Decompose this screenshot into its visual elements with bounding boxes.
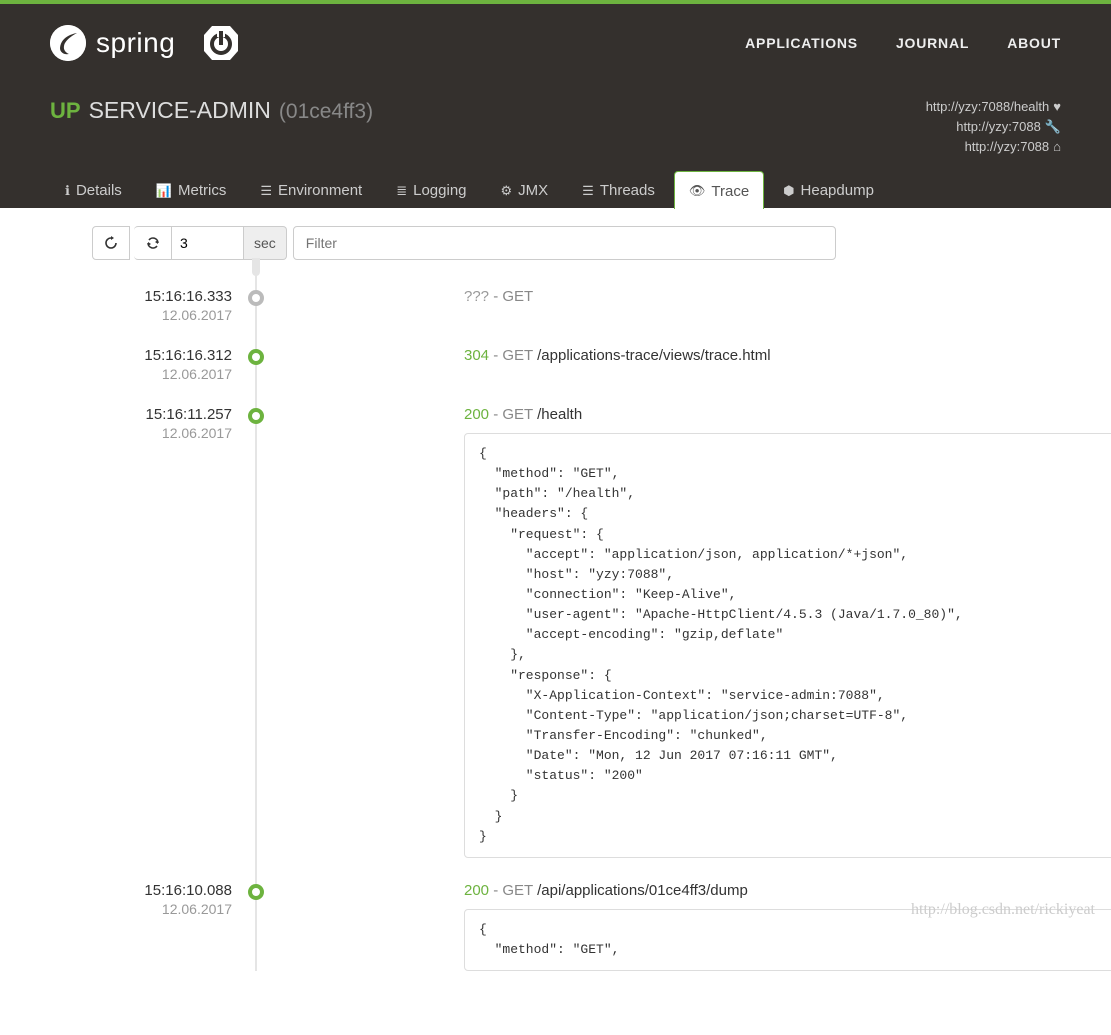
status-circle-icon: [248, 408, 264, 424]
tabs: ℹDetails 📊Metrics ☰Environment ≣Logging …: [0, 171, 1111, 208]
heartbeat-icon: ♥: [1053, 99, 1061, 114]
trace-entry[interactable]: 15:16:16.31212.06.2017 304 - GET /applica…: [50, 347, 1061, 382]
entry-line: 200 - GET /health: [464, 406, 1061, 423]
env-icon: ☰: [260, 183, 272, 199]
trace-entry[interactable]: 15:16:16.33312.06.2017 ??? - GET: [50, 288, 1061, 323]
service-name: SERVICE-ADMIN: [89, 97, 271, 124]
cycle-icon: [146, 236, 160, 250]
power-icon[interactable]: [201, 23, 241, 63]
entry-time: 15:16:16.33312.06.2017: [50, 288, 242, 323]
eye-icon: 👁: [689, 183, 706, 199]
spring-logo: spring: [50, 25, 175, 61]
nav-applications[interactable]: APPLICATIONS: [745, 35, 858, 51]
nav-journal[interactable]: JOURNAL: [896, 35, 969, 51]
content: sec 15:16:16.33312.06.2017??? - GET15:16…: [0, 208, 1111, 1035]
entry-method: GET: [502, 406, 533, 423]
controls-bar: sec: [92, 226, 1061, 260]
tab-environment[interactable]: ☰Environment: [245, 171, 377, 208]
entry-body: 304 - GET /applications-trace/views/trac…: [464, 347, 1061, 364]
tab-threads[interactable]: ☰Threads: [567, 171, 670, 208]
entry-detail[interactable]: { "method": "GET", "path": "/health", "h…: [464, 433, 1111, 858]
interval-input[interactable]: [172, 226, 244, 260]
barchart-icon: 📊: [156, 183, 172, 199]
tab-metrics[interactable]: 📊Metrics: [141, 171, 242, 208]
status-circle-icon: [248, 349, 264, 365]
trace-entry[interactable]: 15:16:10.08812.06.2017 200 - GET /api/app…: [50, 882, 1061, 971]
status-circle-icon: [248, 884, 264, 900]
entry-body: 200 - GET /health{ "method": "GET", "pat…: [464, 406, 1061, 858]
entry-line: 200 - GET /api/applications/01ce4ff3/dum…: [464, 882, 1061, 899]
wrench-icon: 🔧: [1045, 119, 1061, 134]
cogs-icon: ⚙: [501, 183, 513, 199]
entry-path: /api/applications/01ce4ff3/dump: [537, 882, 748, 899]
refresh-button[interactable]: [92, 226, 130, 260]
entry-status: ???: [464, 288, 489, 305]
entry-status: 200: [464, 406, 489, 423]
status-circle-icon: [248, 290, 264, 306]
tab-heapdump[interactable]: ⬢Heapdump: [768, 171, 889, 208]
tab-trace[interactable]: 👁Trace: [674, 171, 764, 209]
entry-status: 200: [464, 882, 489, 899]
entry-time: 15:16:16.31212.06.2017: [50, 347, 242, 382]
instance-id: (01ce4ff3): [279, 100, 373, 124]
sliders-icon: ≣: [396, 183, 407, 199]
url-health[interactable]: http://yzy:7088/health♥: [926, 97, 1061, 117]
entry-method: GET: [502, 882, 533, 899]
url-list: http://yzy:7088/health♥ http://yzy:7088🔧…: [926, 97, 1061, 157]
auto-refresh-button[interactable]: [134, 226, 172, 260]
url-home[interactable]: http://yzy:7088⌂: [926, 137, 1061, 157]
entry-method: GET: [502, 347, 533, 364]
sub-header: UP SERVICE-ADMIN (01ce4ff3) http://yzy:7…: [0, 81, 1111, 171]
url-manage[interactable]: http://yzy:7088🔧: [926, 117, 1061, 137]
entry-time: 15:16:10.08812.06.2017: [50, 882, 242, 917]
navbar: spring APPLICATIONS JOURNAL ABOUT: [0, 4, 1111, 81]
tab-logging[interactable]: ≣Logging: [381, 171, 481, 208]
refresh-icon: [104, 236, 118, 250]
tab-jmx[interactable]: ⚙JMX: [486, 171, 564, 208]
interval-unit: sec: [244, 226, 287, 260]
trace-timeline: 15:16:16.33312.06.2017??? - GET15:16:16.…: [50, 288, 1061, 971]
entry-line: 304 - GET /applications-trace/views/trac…: [464, 347, 1061, 364]
info-icon: ℹ: [65, 183, 70, 199]
entry-body: 200 - GET /api/applications/01ce4ff3/dum…: [464, 882, 1061, 971]
list-icon: ☰: [582, 183, 594, 199]
nav-links: APPLICATIONS JOURNAL ABOUT: [745, 35, 1061, 51]
tab-details[interactable]: ℹDetails: [50, 171, 137, 208]
brand[interactable]: spring: [50, 23, 241, 63]
nav-about[interactable]: ABOUT: [1007, 35, 1061, 51]
filter-input[interactable]: [293, 226, 836, 260]
cubes-icon: ⬢: [783, 183, 794, 199]
entry-path: /health: [537, 406, 582, 423]
entry-body: ??? - GET: [464, 288, 1061, 305]
home-icon: ⌂: [1053, 139, 1061, 154]
status-up: UP: [50, 98, 81, 124]
entry-path: /applications-trace/views/trace.html: [537, 347, 770, 364]
entry-status: 304: [464, 347, 489, 364]
entry-detail[interactable]: { "method": "GET",: [464, 909, 1111, 971]
spring-leaf-icon: [50, 25, 86, 61]
entry-method: GET: [502, 288, 533, 305]
trace-entry[interactable]: 15:16:11.25712.06.2017 200 - GET /health{…: [50, 406, 1061, 858]
brand-text: spring: [96, 27, 175, 59]
entry-line: ??? - GET: [464, 288, 1061, 305]
entry-time: 15:16:11.25712.06.2017: [50, 406, 242, 441]
